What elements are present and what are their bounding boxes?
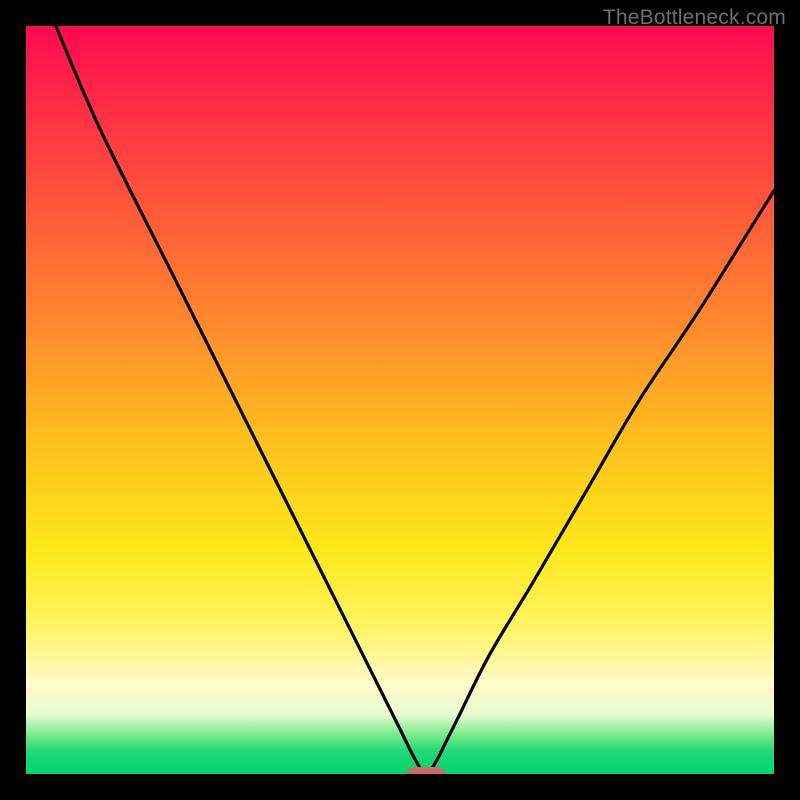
watermark-text: TheBottleneck.com [603, 6, 786, 30]
optimal-point-marker [407, 767, 445, 774]
plot-area [26, 26, 774, 774]
chart-frame: TheBottleneck.com [0, 0, 800, 800]
bottleneck-curve [26, 26, 774, 774]
